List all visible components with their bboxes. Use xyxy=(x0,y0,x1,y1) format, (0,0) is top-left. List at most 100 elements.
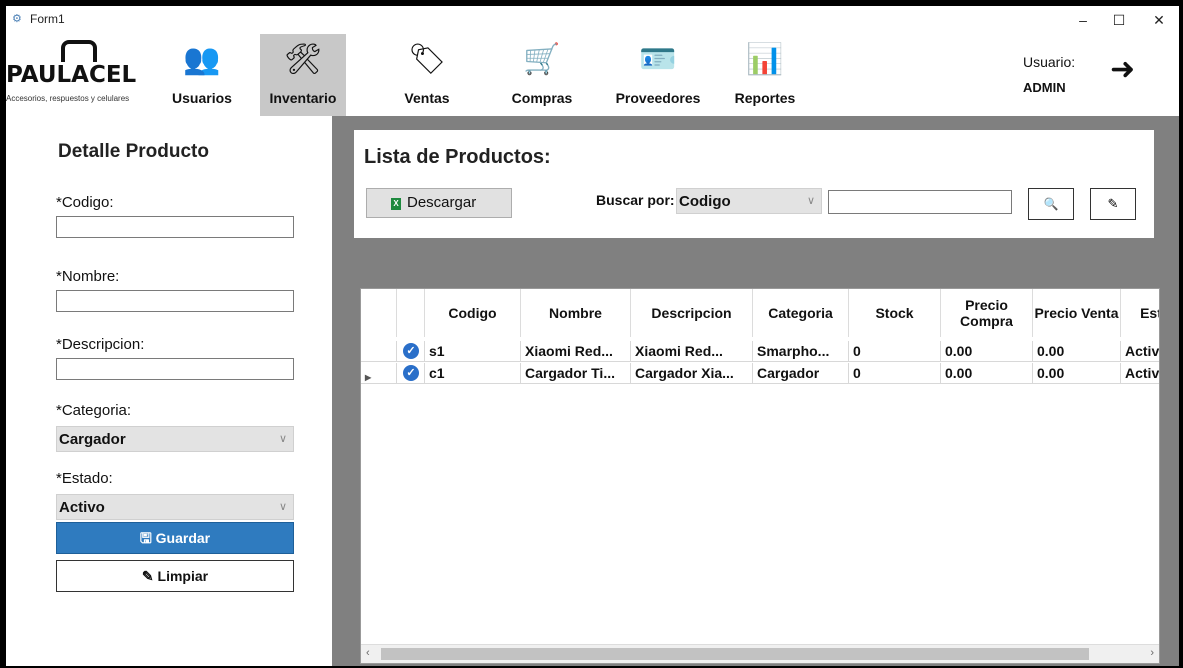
guardar-label: Guardar xyxy=(155,530,211,546)
guardar-button[interactable]: 🖫 Guardar xyxy=(56,522,294,554)
cart-icon: 🛒 xyxy=(523,43,561,76)
productos-grid[interactable]: Codigo Nombre Descripcion Categoria Stoc… xyxy=(360,288,1160,664)
scroll-left-icon[interactable]: ‹ xyxy=(366,647,370,659)
categoria-select[interactable]: Cargador ∨ xyxy=(56,426,294,452)
col-descripcion[interactable]: Descripcion xyxy=(631,289,753,337)
horizontal-scrollbar[interactable]: ‹ › xyxy=(361,644,1159,663)
chevron-down-icon: ∨ xyxy=(278,433,287,445)
buscar-select[interactable]: Codigo ∨ xyxy=(676,188,822,214)
cell-precio-compra: 0.00 xyxy=(941,363,1033,384)
menu-label: Ventas xyxy=(404,90,450,106)
cell-stock: 0 xyxy=(849,341,941,362)
descargar-label: Descargar xyxy=(407,194,477,211)
cell-descripcion: Cargador Xia... xyxy=(631,363,753,384)
limpiar-label: Limpiar xyxy=(157,568,209,584)
minimize-button[interactable]: – xyxy=(1066,8,1100,32)
check-icon: ✓ xyxy=(403,343,419,359)
menu-reportes[interactable]: 📊 Reportes xyxy=(730,34,800,116)
menu-proveedores[interactable]: 🪪 Proveedores xyxy=(606,34,710,116)
estado-label: *Estado: xyxy=(56,470,113,487)
user-name: ADMIN xyxy=(1023,80,1066,95)
brush-icon: ✎ xyxy=(1107,196,1119,211)
chevron-down-icon: ∨ xyxy=(806,195,815,207)
cell-categoria: Cargador xyxy=(753,363,849,384)
users-icon: 👥 xyxy=(183,43,221,76)
cell-stock: 0 xyxy=(849,363,941,384)
categoria-value: Cargador xyxy=(59,431,126,448)
maximize-button[interactable]: ☐ xyxy=(1102,8,1136,32)
id-card-icon: 🪪 xyxy=(639,43,677,76)
row-header xyxy=(361,341,397,362)
menu-compras[interactable]: 🛒 Compras xyxy=(504,34,580,116)
menu-label: Proveedores xyxy=(615,90,701,106)
cell-precio-compra: 0.00 xyxy=(941,341,1033,362)
codigo-input[interactable] xyxy=(56,216,294,238)
detalle-title: Detalle Producto xyxy=(58,141,209,162)
menu-ventas[interactable]: 🏷 Ventas xyxy=(394,34,460,116)
search-input[interactable] xyxy=(828,190,1012,214)
clear-search-button[interactable]: ✎ xyxy=(1090,188,1136,220)
brush-icon: ✎ xyxy=(141,568,158,584)
cell-nombre: Xiaomi Red... xyxy=(521,341,631,362)
user-label: Usuario: xyxy=(1023,54,1076,70)
descripcion-input[interactable] xyxy=(56,358,294,380)
window-title: Form1 xyxy=(30,12,65,26)
col-precio-venta[interactable]: Precio Venta xyxy=(1033,289,1121,337)
col-precio-compra[interactable]: Precio Compra xyxy=(941,289,1033,337)
cell-codigo: c1 xyxy=(425,363,521,384)
logo-tagline: Accesorios, respuestos y celulares xyxy=(6,94,130,103)
menu-label: Compras xyxy=(511,90,573,106)
logout-icon[interactable]: ➜ xyxy=(1110,52,1135,87)
phone-icon xyxy=(61,40,97,62)
menu-inventario[interactable]: 🛠 Inventario xyxy=(260,34,346,116)
tag-icon: 🏷 xyxy=(407,43,447,76)
current-row-icon: ▶ xyxy=(365,373,372,382)
codigo-label: *Codigo: xyxy=(56,194,114,211)
cell-estado: Activ xyxy=(1121,363,1159,384)
descargar-button[interactable]: X Descargar xyxy=(366,188,512,218)
cell-precio-venta: 0.00 xyxy=(1033,363,1121,384)
table-row[interactable]: ▶ ✓ c1 Cargador Ti... Cargador Xia... Ca… xyxy=(361,363,1159,384)
scroll-thumb[interactable] xyxy=(381,648,1089,660)
title-bar: ⚙ Form1 – ☐ ✕ xyxy=(6,6,1179,34)
row-header-col xyxy=(361,289,397,337)
logo: PAULACEL Accesorios, respuestos y celula… xyxy=(6,40,154,112)
select-cell[interactable]: ✓ xyxy=(397,341,425,362)
cell-descripcion: Xiaomi Red... xyxy=(631,341,753,362)
app-icon: ⚙ xyxy=(12,13,22,25)
menu-label: Reportes xyxy=(734,90,796,106)
search-button[interactable]: 🔍 xyxy=(1028,188,1074,220)
col-codigo[interactable]: Codigo xyxy=(425,289,521,337)
menu-label: Usuarios xyxy=(172,90,232,106)
main-menu: PAULACEL Accesorios, respuestos y celula… xyxy=(6,34,1179,116)
menu-usuarios[interactable]: 👥 Usuarios xyxy=(164,34,240,116)
grid-header: Codigo Nombre Descripcion Categoria Stoc… xyxy=(361,289,1159,337)
limpiar-button[interactable]: ✎ Limpiar xyxy=(56,560,294,592)
cell-nombre: Cargador Ti... xyxy=(521,363,631,384)
col-nombre[interactable]: Nombre xyxy=(521,289,631,337)
select-col xyxy=(397,289,425,337)
select-cell[interactable]: ✓ xyxy=(397,363,425,384)
lista-area: Lista de Productos: X Descargar Buscar p… xyxy=(332,116,1179,666)
close-button[interactable]: ✕ xyxy=(1142,8,1176,32)
cell-estado: Activ xyxy=(1121,341,1159,362)
col-stock[interactable]: Stock xyxy=(849,289,941,337)
excel-icon: X xyxy=(391,198,401,210)
detalle-panel: Detalle Producto *Codigo: *Nombre: *Desc… xyxy=(6,116,332,666)
logo-brand: PAULACEL xyxy=(6,62,137,88)
scroll-right-icon[interactable]: › xyxy=(1150,647,1154,659)
tools-icon: 🛠 xyxy=(283,43,323,76)
buscar-value: Codigo xyxy=(679,193,731,210)
buscar-label: Buscar por: xyxy=(596,192,675,208)
cell-categoria: Smarpho... xyxy=(753,341,849,362)
save-icon: 🖫 xyxy=(139,530,156,546)
chevron-down-icon: ∨ xyxy=(278,501,287,513)
menu-label: Inventario xyxy=(269,90,337,106)
nombre-input[interactable] xyxy=(56,290,294,312)
col-categoria[interactable]: Categoria xyxy=(753,289,849,337)
cell-precio-venta: 0.00 xyxy=(1033,341,1121,362)
col-estado[interactable]: Est xyxy=(1121,289,1159,337)
table-row[interactable]: ✓ s1 Xiaomi Red... Xiaomi Red... Smarpho… xyxy=(361,341,1159,362)
categoria-label: *Categoria: xyxy=(56,402,132,419)
estado-select[interactable]: Activo ∨ xyxy=(56,494,294,520)
